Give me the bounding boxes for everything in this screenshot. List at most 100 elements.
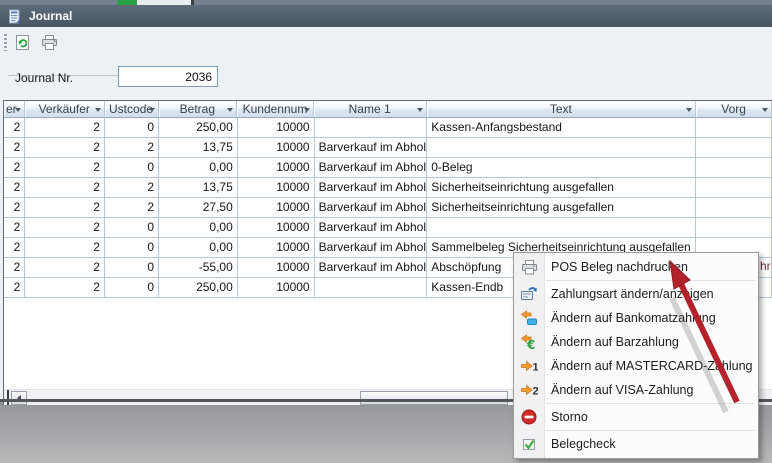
filter-dropdown-icon[interactable] <box>417 108 423 112</box>
grid-cell-verkaeufer[interactable]: 2 <box>25 238 105 258</box>
grid-cell-betrag[interactable]: 250,00 <box>159 118 238 138</box>
grid-cell-ustcode[interactable]: 2 <box>105 198 159 218</box>
filter-dropdown-icon[interactable] <box>95 108 101 112</box>
grid-cell-nummer[interactable]: 2 <box>4 118 25 138</box>
grid-cell-betrag[interactable]: -55,00 <box>159 258 238 278</box>
menu-item[interactable]: Ändern auf Bankomatzahlung <box>514 306 758 330</box>
grid-cell-kundennum[interactable]: 10000 <box>238 138 315 158</box>
grid-cell-betrag[interactable]: 13,75 <box>159 138 238 158</box>
menu-item[interactable]: Zahlungsart ändern/anzeigen <box>514 282 758 306</box>
menu-item[interactable]: €Ändern auf Barzahlung <box>514 330 758 354</box>
table-row[interactable]: 2200,0010000Barverkauf im Abholsh0-Beleg <box>4 158 772 178</box>
grid-cell-text[interactable] <box>427 138 696 158</box>
grid-cell-kundennum[interactable]: 10000 <box>238 158 315 178</box>
menu-item[interactable]: Belegcheck <box>514 432 758 456</box>
grid-cell-ustcode[interactable]: 0 <box>105 278 159 298</box>
grid-cell-name1[interactable]: Barverkauf im Abholsh <box>315 238 428 258</box>
grid-cell-betrag[interactable]: 250,00 <box>159 278 238 298</box>
grid-cell-ustcode[interactable]: 0 <box>105 258 159 278</box>
grid-cell-text[interactable]: Sicherheitseinrichtung ausgefallen <box>427 198 696 218</box>
grid-cell-name1[interactable] <box>315 118 428 138</box>
grid-cell-betrag[interactable]: 0,00 <box>159 238 238 258</box>
filter-dropdown-icon[interactable] <box>149 108 155 112</box>
grid-cell-kundennum[interactable]: 10000 <box>238 258 315 278</box>
filter-dropdown-icon[interactable] <box>304 108 310 112</box>
column-header-text[interactable]: Text <box>427 101 697 118</box>
filter-dropdown-icon[interactable] <box>686 108 692 112</box>
grid-cell-ustcode[interactable]: 0 <box>105 118 159 138</box>
grid-cell-kundennum[interactable]: 10000 <box>238 238 315 258</box>
table-row[interactable]: 220250,0010000Kassen-Anfangsbestand <box>4 118 772 138</box>
grid-cell-name1[interactable]: Barverkauf im Abholsh <box>315 158 428 178</box>
grid-cell-verkaeufer[interactable]: 2 <box>25 178 105 198</box>
grid-cell-name1[interactable]: Barverkauf im Abholsh <box>315 218 428 238</box>
grid-cell-ustcode[interactable]: 0 <box>105 158 159 178</box>
table-row[interactable]: 22227,5010000Barverkauf im AbholshSicher… <box>4 198 772 218</box>
menu-item[interactable]: POS Beleg nachdrucken <box>514 255 758 279</box>
toolbar-grip[interactable] <box>4 34 7 51</box>
grid-cell-text[interactable]: Sicherheitseinrichtung ausgefallen <box>427 178 696 198</box>
grid-cell-ustcode[interactable]: 0 <box>105 218 159 238</box>
grid-cell-ustcode[interactable]: 2 <box>105 178 159 198</box>
grid-cell-text[interactable]: 0-Beleg <box>427 158 696 178</box>
grid-cell-betrag[interactable]: 0,00 <box>159 158 238 178</box>
menu-item[interactable]: 2Ändern auf VISA-Zahlung <box>514 378 758 402</box>
grid-cell-vorg[interactable] <box>696 158 772 178</box>
grid-cell-verkaeufer[interactable]: 2 <box>25 138 105 158</box>
grid-cell-nummer[interactable]: 2 <box>4 158 25 178</box>
grid-cell-name1[interactable]: Barverkauf im Abholsh <box>315 178 428 198</box>
column-header-name1[interactable]: Name 1 <box>314 101 427 118</box>
grid-cell-betrag[interactable]: 27,50 <box>159 198 238 218</box>
filter-dropdown-icon[interactable] <box>15 108 21 112</box>
grid-cell-name1[interactable]: Barverkauf im Abholsh <box>315 138 428 158</box>
grid-cell-vorg[interactable] <box>696 198 772 218</box>
column-header-verkaeufer[interactable]: Verkäufer <box>25 101 105 118</box>
grid-cell-text[interactable]: Kassen-Anfangsbestand <box>427 118 696 138</box>
grid-cell-kundennum[interactable]: 10000 <box>238 178 315 198</box>
filter-dropdown-icon[interactable] <box>227 108 233 112</box>
grid-cell-verkaeufer[interactable]: 2 <box>25 118 105 138</box>
grid-cell-verkaeufer[interactable]: 2 <box>25 258 105 278</box>
column-header-kundennum[interactable]: Kundennum <box>237 101 314 118</box>
grid-cell-vorg[interactable] <box>696 138 772 158</box>
filter-dropdown-icon[interactable] <box>762 108 768 112</box>
grid-cell-nummer[interactable]: 2 <box>4 258 25 278</box>
grid-cell-verkaeufer[interactable]: 2 <box>25 278 105 298</box>
grid-cell-vorg[interactable] <box>696 178 772 198</box>
grid-cell-betrag[interactable]: 13,75 <box>159 178 238 198</box>
grid-cell-vorg[interactable] <box>696 118 772 138</box>
scroll-left-button[interactable] <box>11 391 27 405</box>
table-row[interactable]: 2200,0010000Barverkauf im Abholsh <box>4 218 772 238</box>
grid-cell-kundennum[interactable]: 10000 <box>238 118 315 138</box>
print-button[interactable] <box>37 31 61 55</box>
grid-cell-kundennum[interactable]: 10000 <box>238 278 315 298</box>
grid-cell-verkaeufer[interactable]: 2 <box>25 198 105 218</box>
column-header-vorg[interactable]: Vorg <box>696 101 772 118</box>
column-header-ustcode[interactable]: Ustcode <box>105 101 159 118</box>
grid-cell-nummer[interactable]: 2 <box>4 218 25 238</box>
grid-cell-verkaeufer[interactable]: 2 <box>25 158 105 178</box>
grid-cell-ustcode[interactable]: 2 <box>105 138 159 158</box>
grid-cell-nummer[interactable]: 2 <box>4 178 25 198</box>
grid-cell-text[interactable] <box>427 218 696 238</box>
grid-cell-kundennum[interactable]: 10000 <box>238 198 315 218</box>
column-header-betrag[interactable]: Betrag <box>159 101 238 118</box>
column-header-nummer[interactable]: er <box>4 101 25 118</box>
menu-item[interactable]: 1Ändern auf MASTERCARD-Zahlung <box>514 354 758 378</box>
grid-cell-ustcode[interactable]: 0 <box>105 238 159 258</box>
grid-cell-name1[interactable]: Barverkauf im Abholsh <box>315 258 428 278</box>
grid-cell-kundennum[interactable]: 10000 <box>238 218 315 238</box>
journal-nr-input[interactable] <box>118 66 218 87</box>
grid-cell-nummer[interactable]: 2 <box>4 238 25 258</box>
grid-cell-nummer[interactable]: 2 <box>4 138 25 158</box>
table-row[interactable]: 22213,7510000Barverkauf im AbholshSicher… <box>4 178 772 198</box>
grid-cell-betrag[interactable]: 0,00 <box>159 218 238 238</box>
scrollbar-thumb[interactable] <box>360 391 508 405</box>
grid-cell-name1[interactable] <box>315 278 428 298</box>
grid-cell-nummer[interactable]: 2 <box>4 198 25 218</box>
menu-item[interactable]: Storno <box>514 405 758 429</box>
grid-cell-verkaeufer[interactable]: 2 <box>25 218 105 238</box>
grid-cell-vorg[interactable] <box>696 218 772 238</box>
table-row[interactable]: 22213,7510000Barverkauf im Abholsh <box>4 138 772 158</box>
refresh-button[interactable] <box>11 31 35 55</box>
